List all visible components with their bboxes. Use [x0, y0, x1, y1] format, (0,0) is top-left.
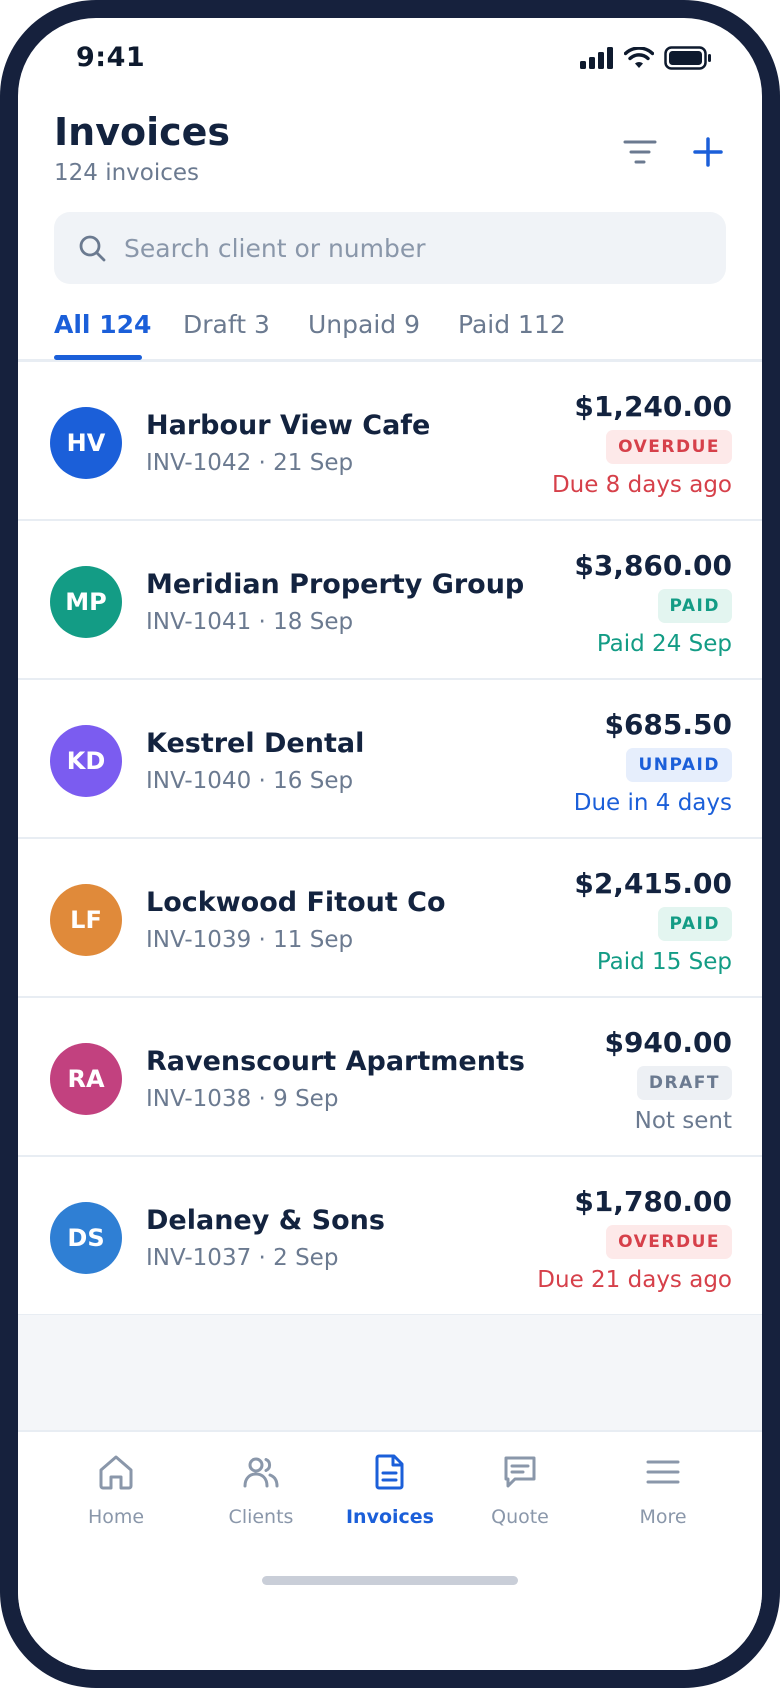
home-icon: [99, 1455, 133, 1490]
phone-frame: 9:41 Invoices 124 invoices Search client…: [0, 0, 780, 1688]
client-name: Delaney & Sons: [146, 1205, 385, 1236]
avatar: HV: [50, 407, 122, 479]
nav-invoices[interactable]: Invoices: [325, 1450, 455, 1550]
invoice-amount: $685.50: [604, 708, 732, 741]
invoice-row[interactable]: DS Delaney & Sons INV-1037 · 2 Sep $1,78…: [18, 1157, 762, 1316]
invoice-list: HV Harbour View Cafe INV-1042 · 21 Sep $…: [18, 362, 762, 1316]
nav-quote[interactable]: Quote: [455, 1450, 585, 1550]
home-indicator: [262, 1576, 518, 1585]
avatar: DS: [50, 1202, 122, 1274]
invoice-number-date: INV-1039 · 11 Sep: [146, 927, 354, 953]
status-icons: [580, 46, 712, 70]
status-badge: DRAFT: [636, 1066, 732, 1100]
wifi-icon: [624, 47, 654, 68]
search-input[interactable]: [124, 212, 704, 284]
invoice-row[interactable]: LF Lockwood Fitout Co INV-1039 · 11 Sep …: [18, 839, 762, 998]
invoice-number-date: INV-1042 · 21 Sep: [146, 450, 354, 476]
status-tabs: All 124 Draft 3 Unpaid 9 Paid 112: [18, 300, 762, 362]
status-badge: OVERDUE: [606, 430, 732, 464]
invoice-row[interactable]: KD Kestrel Dental INV-1040 · 16 Sep $685…: [18, 680, 762, 839]
due-note: Not sent: [634, 1108, 732, 1134]
nav-label: Home: [87, 1506, 145, 1528]
status-badge: PAID: [657, 589, 732, 623]
client-name: Ravenscourt Apartments: [146, 1046, 525, 1077]
add-invoice-button[interactable]: [684, 128, 732, 176]
invoice-amount: $2,415.00: [574, 867, 732, 900]
tab-all[interactable]: All 124: [54, 310, 151, 339]
plus-icon: [693, 137, 723, 167]
client-name: Lockwood Fitout Co: [146, 887, 446, 918]
due-note: Paid 24 Sep: [596, 631, 732, 657]
avatar: KD: [50, 725, 122, 797]
invoice-number-date: INV-1038 · 9 Sep: [146, 1086, 339, 1112]
status-badge: OVERDUE: [606, 1225, 732, 1259]
invoice-row[interactable]: MP Meridian Property Group INV-1041 · 18…: [18, 521, 762, 680]
tab-paid[interactable]: Paid 112: [458, 310, 566, 339]
tab-draft[interactable]: Draft 3: [183, 310, 270, 339]
bottom-nav: Home Clients Invoices Quote More: [18, 1430, 762, 1670]
signal-icon: [580, 47, 613, 69]
search-bar[interactable]: [54, 212, 726, 284]
nav-label: Clients: [228, 1506, 294, 1528]
nav-home[interactable]: Home: [51, 1450, 181, 1550]
nav-label: More: [639, 1506, 687, 1528]
invoice-amount: $3,860.00: [574, 549, 732, 582]
invoice-count: 124 invoices: [54, 160, 200, 186]
invoice-amount: $940.00: [604, 1026, 732, 1059]
status-time: 9:41: [76, 42, 146, 73]
list-empty-area: [18, 1315, 762, 1430]
menu-icon: [646, 1460, 680, 1484]
filter-icon: [623, 140, 657, 164]
tab-unpaid[interactable]: Unpaid 9: [308, 310, 420, 339]
client-name: Meridian Property Group: [146, 569, 525, 600]
nav-clients[interactable]: Clients: [196, 1450, 326, 1550]
avatar: MP: [50, 566, 122, 638]
invoice-amount: $1,780.00: [574, 1185, 732, 1218]
screen: 9:41 Invoices 124 invoices Search client…: [18, 18, 762, 1670]
nav-label: Invoices: [345, 1506, 434, 1528]
tab-indicator: [54, 355, 142, 360]
invoice-row[interactable]: HV Harbour View Cafe INV-1042 · 21 Sep $…: [18, 362, 762, 521]
search-icon: [79, 235, 106, 262]
invoice-number-date: INV-1041 · 18 Sep: [146, 609, 354, 635]
invoice-row[interactable]: RA Ravenscourt Apartments INV-1038 · 9 S…: [18, 998, 762, 1157]
page-title: Invoices: [54, 110, 231, 154]
avatar: LF: [50, 884, 122, 956]
invoice-amount: $1,240.00: [574, 390, 732, 423]
due-note: Due 21 days ago: [537, 1267, 732, 1293]
invoice-number-date: INV-1040 · 16 Sep: [146, 768, 354, 794]
nav-label: Quote: [491, 1506, 549, 1528]
invoice-number-date: INV-1037 · 2 Sep: [146, 1245, 339, 1271]
due-note: Paid 15 Sep: [596, 949, 732, 975]
users-icon: [243, 1457, 279, 1488]
status-bar: 9:41: [18, 18, 762, 98]
client-name: Harbour View Cafe: [146, 410, 431, 441]
status-badge: UNPAID: [626, 748, 732, 782]
battery-icon: [664, 46, 711, 70]
document-icon: [375, 1454, 404, 1490]
avatar: RA: [50, 1043, 122, 1115]
chat-icon: [504, 1456, 536, 1488]
nav-more[interactable]: More: [598, 1450, 728, 1550]
status-badge: PAID: [657, 907, 732, 941]
filter-button[interactable]: [618, 130, 662, 174]
due-note: Due in 4 days: [573, 790, 732, 816]
client-name: Kestrel Dental: [146, 728, 365, 759]
due-note: Due 8 days ago: [551, 472, 732, 498]
